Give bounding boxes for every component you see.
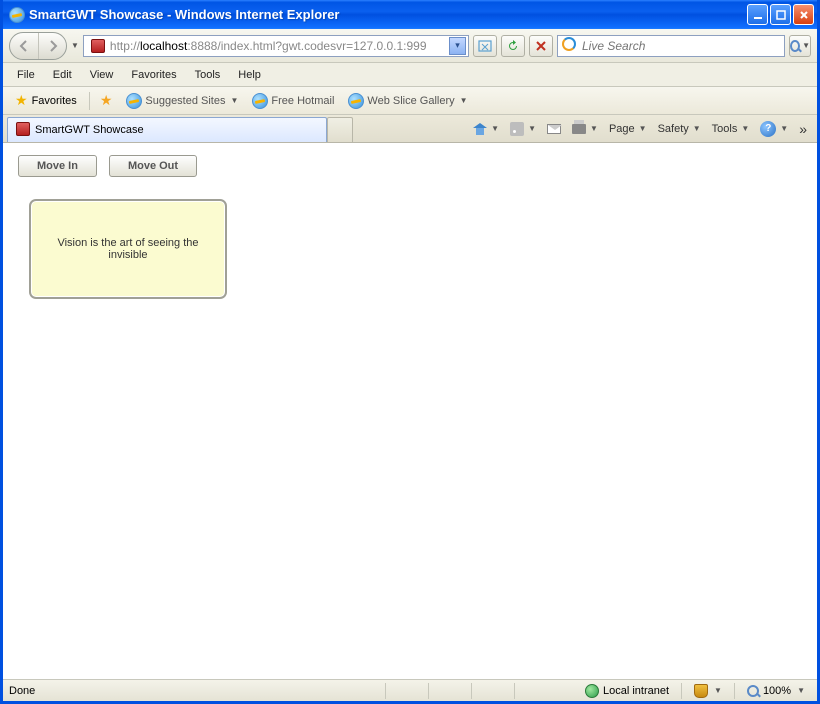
favorites-bar: ★Favorites ★ Suggested Sites▼ Free Hotma… [3,87,817,115]
move-out-button[interactable]: Move Out [109,155,197,177]
rss-icon [510,122,524,136]
tab-bar: SmartGWT Showcase ▼ ▼ ▼ Page▼ Safety▼ To… [3,115,817,143]
forward-button[interactable] [38,33,66,59]
maximize-button[interactable] [770,4,791,25]
command-bar: ▼ ▼ ▼ Page▼ Safety▼ Tools▼ ?▼ » [469,115,817,142]
help-button[interactable]: ?▼ [756,119,792,139]
new-tab-button[interactable] [327,117,353,142]
page-menu[interactable]: Page▼ [605,121,651,137]
protected-mode[interactable]: ▼ [688,684,728,698]
search-go-button[interactable]: ▼ [789,35,811,57]
security-zone[interactable]: Local intranet [579,684,675,698]
printer-icon [572,124,586,134]
help-icon: ? [760,121,776,137]
safety-menu[interactable]: Safety▼ [654,121,705,137]
tools-menu[interactable]: Tools▼ [708,121,754,137]
status-text: Done [9,685,379,697]
shield-icon [694,684,708,698]
star-add-icon: ★ [100,92,113,109]
window-title: SmartGWT Showcase - Windows Internet Exp… [29,7,747,22]
add-favorite-button[interactable]: ★ [96,90,117,111]
zoom-control[interactable]: 100% ▼ [741,685,811,697]
bing-icon [562,37,576,54]
menu-view[interactable]: View [82,66,122,84]
tab-smartgwt-showcase[interactable]: SmartGWT Showcase [7,117,327,142]
stop-button[interactable] [529,35,553,57]
nav-history-dropdown[interactable]: ▼ [71,41,79,50]
star-icon: ★ [15,92,28,109]
compat-view-button[interactable] [473,35,497,57]
read-mail-button[interactable] [543,122,565,136]
address-bar[interactable]: http://localhost:8888/index.html?gwt.cod… [83,35,469,57]
address-dropdown[interactable]: ▾ [449,37,466,55]
mail-icon [547,124,561,134]
zone-label: Local intranet [603,685,669,697]
globe-icon [585,684,599,698]
ie-icon [9,7,25,23]
home-icon [473,123,487,135]
site-favicon-icon [90,38,106,54]
refresh-button[interactable] [501,35,525,57]
menu-favorites[interactable]: Favorites [123,66,184,84]
suggested-sites-link[interactable]: Suggested Sites▼ [122,91,242,111]
navigation-bar: ▼ http://localhost:8888/index.html?gwt.c… [3,29,817,63]
toolbar-overflow-button[interactable]: » [795,121,811,137]
back-button[interactable] [10,33,38,59]
tab-favicon-icon [16,122,30,139]
zoom-value: 100% [763,685,791,697]
magnifier-icon [747,685,759,697]
vision-note-panel: Vision is the art of seeing the invisibl… [29,199,227,299]
window-titlebar: SmartGWT Showcase - Windows Internet Exp… [3,0,817,29]
free-hotmail-link[interactable]: Free Hotmail [248,91,338,111]
page-content: Move In Move Out Vision is the art of se… [3,143,817,679]
ie-icon [126,93,142,109]
tab-label: SmartGWT Showcase [35,124,144,136]
menu-tools[interactable]: Tools [187,66,229,84]
minimize-button[interactable] [747,4,768,25]
close-button[interactable] [793,4,814,25]
menu-edit[interactable]: Edit [45,66,80,84]
ie-icon [252,93,268,109]
home-button[interactable]: ▼ [469,121,503,137]
search-box[interactable] [557,35,785,57]
move-in-button[interactable]: Move In [18,155,97,177]
menu-bar: File Edit View Favorites Tools Help [3,63,817,87]
print-button[interactable]: ▼ [568,122,602,136]
note-text: Vision is the art of seeing the invisibl… [45,237,211,261]
status-bar: Done Local intranet ▼ 100% ▼ [3,679,817,701]
feeds-button[interactable]: ▼ [506,120,540,138]
search-input[interactable] [580,38,780,54]
ie-icon [348,93,364,109]
favorites-button[interactable]: ★Favorites [9,90,83,111]
menu-file[interactable]: File [9,66,43,84]
web-slice-link[interactable]: Web Slice Gallery▼ [344,91,471,111]
menu-help[interactable]: Help [230,66,269,84]
url-text: http://localhost:8888/index.html?gwt.cod… [110,39,449,53]
